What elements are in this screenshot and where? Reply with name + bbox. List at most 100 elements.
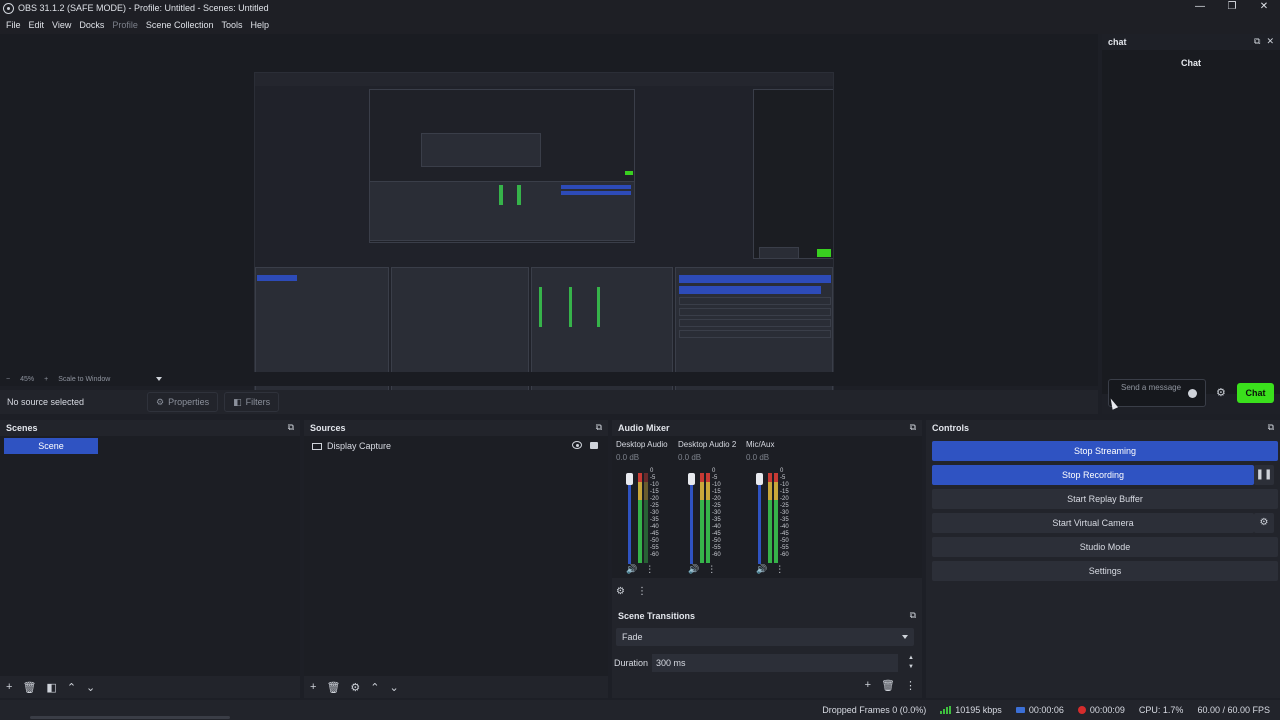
menu-profile[interactable]: Profile bbox=[108, 18, 142, 32]
float-icon[interactable]: ⧉ bbox=[1268, 422, 1274, 433]
settings-button[interactable]: Settings bbox=[932, 561, 1278, 581]
scene-item[interactable]: Scene bbox=[4, 438, 98, 454]
stop-recording-button[interactable]: Stop Recording bbox=[932, 465, 1254, 485]
menu-view[interactable]: View bbox=[48, 18, 75, 32]
float-icon[interactable]: ⧉ bbox=[596, 422, 602, 433]
menu-tools[interactable]: Tools bbox=[217, 18, 246, 32]
minimize-button[interactable]: — bbox=[1184, 0, 1216, 16]
title-bar: OBS 31.1.2 (SAFE MODE) - Profile: Untitl… bbox=[0, 0, 1280, 16]
filters-button[interactable]: ◧ Filters bbox=[224, 392, 280, 412]
gear-icon[interactable]: ⚙ bbox=[350, 681, 360, 694]
chat-send-button[interactable]: Chat bbox=[1237, 383, 1274, 403]
record-time: 00:00:09 bbox=[1089, 705, 1125, 715]
float-icon[interactable]: ⧉ bbox=[910, 422, 916, 433]
stream-time-status: 00:00:06 bbox=[1015, 705, 1064, 715]
scale-dropdown-icon[interactable] bbox=[156, 377, 163, 381]
emoji-icon[interactable] bbox=[1188, 389, 1197, 398]
duration-input[interactable]: 300 ms bbox=[652, 654, 899, 672]
zoom-level: 45% bbox=[20, 375, 35, 383]
speaker-icon[interactable]: 🔊 bbox=[756, 564, 767, 575]
move-down-icon[interactable]: ⌄ bbox=[390, 681, 399, 694]
move-up-icon[interactable]: ⌃ bbox=[67, 681, 76, 694]
record-icon bbox=[1077, 706, 1086, 714]
volume-fader-track[interactable] bbox=[690, 478, 693, 564]
volume-fader-track[interactable] bbox=[628, 478, 631, 564]
channel-controls: 🔊 ⋮ bbox=[688, 564, 716, 575]
meter-scale: 0 -5 -10 -15 -20 -25 -30 -35 -40 -45 -50 -55 -60 bbox=[650, 468, 659, 560]
add-icon[interactable]: + bbox=[6, 681, 12, 693]
start-replay-buffer-button[interactable]: Start Replay Buffer bbox=[932, 489, 1278, 509]
menu-scene-collection[interactable]: Scene Collection bbox=[142, 18, 218, 32]
controls-title: Controls bbox=[932, 423, 969, 433]
properties-button[interactable]: ⚙ Properties bbox=[147, 392, 219, 412]
scenes-dock: Scenes ⧉ Scene + 🗑 ◧ ⌃ ⌄ bbox=[0, 420, 300, 698]
filter-icon: ◧ bbox=[233, 396, 242, 407]
menu-docks[interactable]: Docks bbox=[75, 18, 108, 32]
move-up-icon[interactable]: ⌃ bbox=[370, 681, 379, 694]
preview-canvas[interactable] bbox=[254, 72, 834, 402]
maximize-button[interactable]: ❐ bbox=[1216, 0, 1248, 16]
filter-icon[interactable]: ◧ bbox=[46, 681, 56, 694]
channel-controls: 🔊 ⋮ bbox=[756, 564, 784, 575]
menu-dots-icon[interactable]: ⋮ bbox=[905, 679, 916, 692]
preview-area[interactable] bbox=[0, 34, 1098, 402]
float-icon[interactable]: ⧉ bbox=[288, 422, 294, 433]
speaker-icon[interactable]: 🔊 bbox=[688, 564, 699, 575]
preview-nested-meter-2 bbox=[517, 185, 521, 205]
source-item[interactable]: Display Capture bbox=[304, 436, 608, 456]
horizontal-scrollbar[interactable] bbox=[30, 716, 230, 719]
zoom-out-icon[interactable]: − bbox=[6, 376, 10, 383]
start-virtual-camera-button[interactable]: Start Virtual Camera bbox=[932, 513, 1254, 533]
stop-streaming-button[interactable]: Stop Streaming bbox=[932, 441, 1278, 461]
mixer-channel: Desktop Audio 0.0 dB 0 -5 -10 -15 -20 -25 -30-… bbox=[616, 440, 676, 580]
gear-icon[interactable]: ⚙ bbox=[1254, 513, 1274, 533]
advanced-audio-icon[interactable]: ⚙ bbox=[616, 586, 625, 597]
scenes-dock-header: Scenes ⧉ bbox=[0, 420, 300, 436]
move-down-icon[interactable]: ⌄ bbox=[86, 681, 95, 694]
close-button[interactable]: ✕ bbox=[1248, 0, 1280, 16]
studio-mode-button[interactable]: Studio Mode bbox=[932, 537, 1278, 557]
zoom-in-icon[interactable]: + bbox=[44, 376, 48, 383]
close-icon[interactable]: ✕ bbox=[1266, 36, 1274, 47]
volume-fader-handle[interactable] bbox=[688, 473, 695, 485]
volume-fader-handle[interactable] bbox=[756, 473, 763, 485]
pause-icon[interactable]: ❚❚ bbox=[1254, 465, 1274, 485]
float-icon[interactable]: ⧉ bbox=[910, 610, 916, 621]
speaker-icon[interactable]: 🔊 bbox=[626, 564, 637, 575]
mixer-channel: Mic/Aux 0.0 dB 0 -5 -10 -15 -20 -25 -30 -35 -40-… bbox=[746, 440, 806, 580]
trash-icon[interactable]: 🗑 bbox=[22, 681, 36, 694]
volume-fader-track[interactable] bbox=[758, 478, 761, 564]
source-label: Display Capture bbox=[327, 441, 392, 451]
menu-dots-icon[interactable]: ⋮ bbox=[775, 564, 784, 575]
add-icon[interactable]: + bbox=[865, 679, 871, 692]
preview-mini-meter-1 bbox=[539, 287, 542, 327]
duration-spinner[interactable]: ▲ ▼ bbox=[908, 654, 914, 672]
signal-bars-icon bbox=[940, 706, 952, 714]
trash-icon[interactable]: 🗑 bbox=[326, 681, 340, 694]
chevron-down-icon bbox=[902, 635, 908, 639]
chat-settings-icon[interactable]: ⚙ bbox=[1216, 386, 1226, 399]
level-meter-left bbox=[700, 473, 704, 563]
add-icon[interactable]: + bbox=[310, 681, 316, 693]
scale-mode[interactable]: Scale to Window bbox=[58, 376, 110, 383]
meter-tick-label: -60 bbox=[780, 552, 789, 558]
menu-dots-icon[interactable]: ⋮ bbox=[637, 586, 647, 597]
lock-icon[interactable] bbox=[590, 442, 598, 449]
menu-help[interactable]: Help bbox=[246, 18, 273, 32]
volume-fader-handle[interactable] bbox=[626, 473, 633, 485]
trash-icon[interactable]: 🗑 bbox=[881, 679, 895, 692]
cpu-usage: CPU: 1.7% bbox=[1138, 705, 1184, 715]
transition-select[interactable]: Fade bbox=[616, 628, 914, 646]
chat-input[interactable]: Send a message bbox=[1108, 379, 1206, 407]
eye-icon[interactable] bbox=[572, 441, 582, 449]
menu-edit[interactable]: Edit bbox=[25, 18, 49, 32]
preview-scale-bar: − 45% + Scale to Window bbox=[0, 372, 1098, 386]
meter-scale: 0 -5 -10 -15 -20 -25 -30 -35 -40 -45 -50 -55 -60 bbox=[712, 468, 721, 560]
transitions-title: Scene Transitions bbox=[618, 611, 696, 621]
transitions-header-icons: ⧉ bbox=[910, 610, 916, 621]
float-icon[interactable]: ⧉ bbox=[1254, 36, 1260, 47]
menu-dots-icon[interactable]: ⋮ bbox=[645, 564, 654, 575]
mixer-header-icons: ⧉ bbox=[910, 422, 916, 433]
menu-file[interactable]: File bbox=[2, 18, 25, 32]
menu-dots-icon[interactable]: ⋮ bbox=[707, 564, 716, 575]
